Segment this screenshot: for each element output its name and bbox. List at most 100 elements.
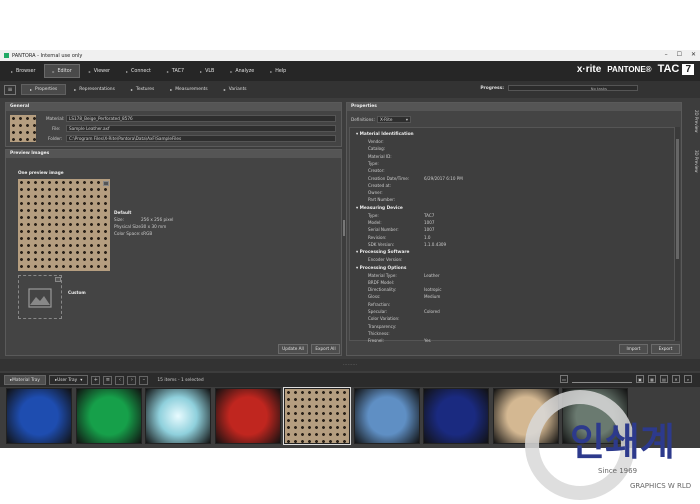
title-bar: PANTORA - Internal use only – ☐ ✕ [0,50,700,61]
chevron-left-icon[interactable]: ‹ [115,375,125,385]
material-thumbnail-light-blue[interactable] [353,388,420,444]
menu-viewer[interactable]: ▸ Viewer [82,64,117,78]
material-thumbnail-red[interactable] [214,388,281,444]
app-icon [4,53,9,58]
property-row: Part Number: [368,197,396,203]
property-row: Creator: [368,168,385,174]
material-tray-tab[interactable]: ▸ Material Tray [4,375,46,385]
property-row: Serial Number: 1007 [368,227,435,233]
export-all-button[interactable]: Export All [311,344,340,354]
default-preview-image[interactable] [18,179,110,271]
chevron-right-icon: ▸ [200,68,203,74]
definitions-label: Definitions: [351,117,375,122]
menu-analyze[interactable]: ▸ Analyze [223,64,261,78]
material-thumbnail-teal-light[interactable] [145,388,211,444]
material-thumbnail-navy-sparkle[interactable] [423,388,489,444]
minimize-button[interactable]: – [665,51,668,58]
chevron-right-icon: ▸ [88,68,91,74]
chevron-right-icon: ▸ [11,68,14,74]
custom-label: Custom [68,290,86,295]
property-row: Creation Date/Time: 6/29/2017 6:10 PM [368,175,463,181]
material-thumbnail-blue-dark[interactable] [6,388,72,444]
property-row: Model: 1007 [368,220,435,225]
menu-browser[interactable]: ▸ Browser [4,64,42,78]
import-button[interactable]: Import [619,344,648,354]
side-tab-3d-preview[interactable]: 3D Preview [691,150,699,172]
definitions-dropdown[interactable]: X-Rite ▾ [377,116,411,123]
tab-properties[interactable]: ▸ Properties [21,84,67,95]
physical-size-label: Physical Size: [114,224,143,229]
preview-images-panel: Preview Images One preview image Default… [5,149,342,356]
material-thumbnail-green[interactable] [75,388,142,444]
material-field[interactable]: LS178_Beige_Perforated_8576 [66,115,336,122]
file-label: File: [52,126,61,131]
chevron-right-icon: ▸ [52,68,55,74]
section-header[interactable]: ▾ Processing Options [356,266,406,271]
property-row: Transparency: [368,323,397,329]
svg-text:Since 1969: Since 1969 [598,467,637,475]
property-row: Type: [368,160,379,166]
menu-connect[interactable]: ▸ Connect [119,64,158,78]
maximize-button[interactable]: ☐ [677,51,682,58]
menu-tac7[interactable]: ▸ TAC7 [160,64,191,78]
property-row: Thickness: [368,330,390,336]
default-title: Default [114,210,132,215]
section-header[interactable]: ▾ Material Identification [356,132,414,137]
properties-panel: Properties Definitions: X-Rite ▾ ▾ Materi… [346,102,682,356]
tab-representations[interactable]: ▸ Representations [66,84,123,95]
properties-scrollbar[interactable] [675,127,680,341]
tray-splitter[interactable]: ········· [0,359,700,371]
tab-variants[interactable]: ▸ Variants [216,84,255,95]
svg-text:GRAPHICS W RLD: GRAPHICS W RLD [630,482,691,490]
menu-vlb[interactable]: ▸ VLB [193,64,221,78]
property-row: Created at: [368,182,391,188]
chevron-right-icon: ▸ [166,68,169,74]
side-tab-2d-preview[interactable]: 2D Preview [691,110,699,132]
chevron-right-icon[interactable]: › [127,375,137,385]
panel-splitter[interactable] [343,220,345,236]
material-label: Material: [46,116,65,121]
property-row: Material ID: [368,153,392,159]
export-button[interactable]: Export [651,344,680,354]
color-space-label: Color Space: [114,231,141,236]
property-row: Revision: 1.0 [368,234,431,240]
property-row: SDK Version: 1.1.0.4309 [368,241,447,247]
one-preview-label: One preview image [18,170,64,175]
pantone-logo: PANTONE® [607,64,652,74]
section-header[interactable]: ▾ Processing Software [356,250,409,255]
material-thumbnail-beige-perforated[interactable] [283,387,351,445]
graphics-world-watermark: 인쇄계 Since 1969 GRAPHICS W RLD [520,380,700,500]
tab-textures[interactable]: ▸ Textures [123,84,162,95]
property-row: Catalog: [368,146,386,152]
chevron-right-icon: ▸ [270,68,273,74]
section-header[interactable]: ▾ Measuring Device [356,206,403,211]
chevron-down-icon: ▾ [405,117,408,122]
properties-list: ▾ Material Identification Vendor: Catalog:… [349,127,675,343]
property-row: Type: TAC7 [368,212,435,218]
material-thumbnail [10,115,36,142]
menu-editor[interactable]: ▸ Editor [44,64,80,78]
user-tray-tab[interactable]: ▸ User Tray ▾ [48,375,89,385]
property-row: Encoder Version: [368,257,403,263]
chevron-right-icon: ▸ [230,68,233,74]
update-all-button[interactable]: Update All [278,344,308,354]
preview-menu-icon[interactable] [103,181,109,186]
property-row: Refraction: [368,301,391,307]
progress-label: Progress: [480,85,504,91]
menu-help[interactable]: ▸ Help [263,64,293,78]
file-field[interactable]: Sample Leather.axf [66,125,336,132]
size-value: 256 x 256 pixel [141,217,174,222]
tab-measurements[interactable]: ▸ Measurements [162,84,215,95]
folder-field[interactable]: C:\Program Files\X-Rite\Pantora\Data\AxF… [66,135,336,142]
property-row: Color Variation: [368,316,400,322]
properties-header: Properties [347,103,681,111]
add-icon[interactable]: + [91,375,101,385]
remove-icon[interactable]: – [139,375,149,385]
folder-label: Folder: [48,136,63,141]
property-row: Specular: Colored [368,309,440,314]
hamburger-menu-icon[interactable]: ≡ [4,84,16,95]
color-space-value: sRGB [141,231,153,236]
list-view-icon[interactable]: ≡ [103,375,113,385]
close-button[interactable]: ✕ [691,51,696,58]
custom-menu-icon[interactable] [55,277,61,282]
